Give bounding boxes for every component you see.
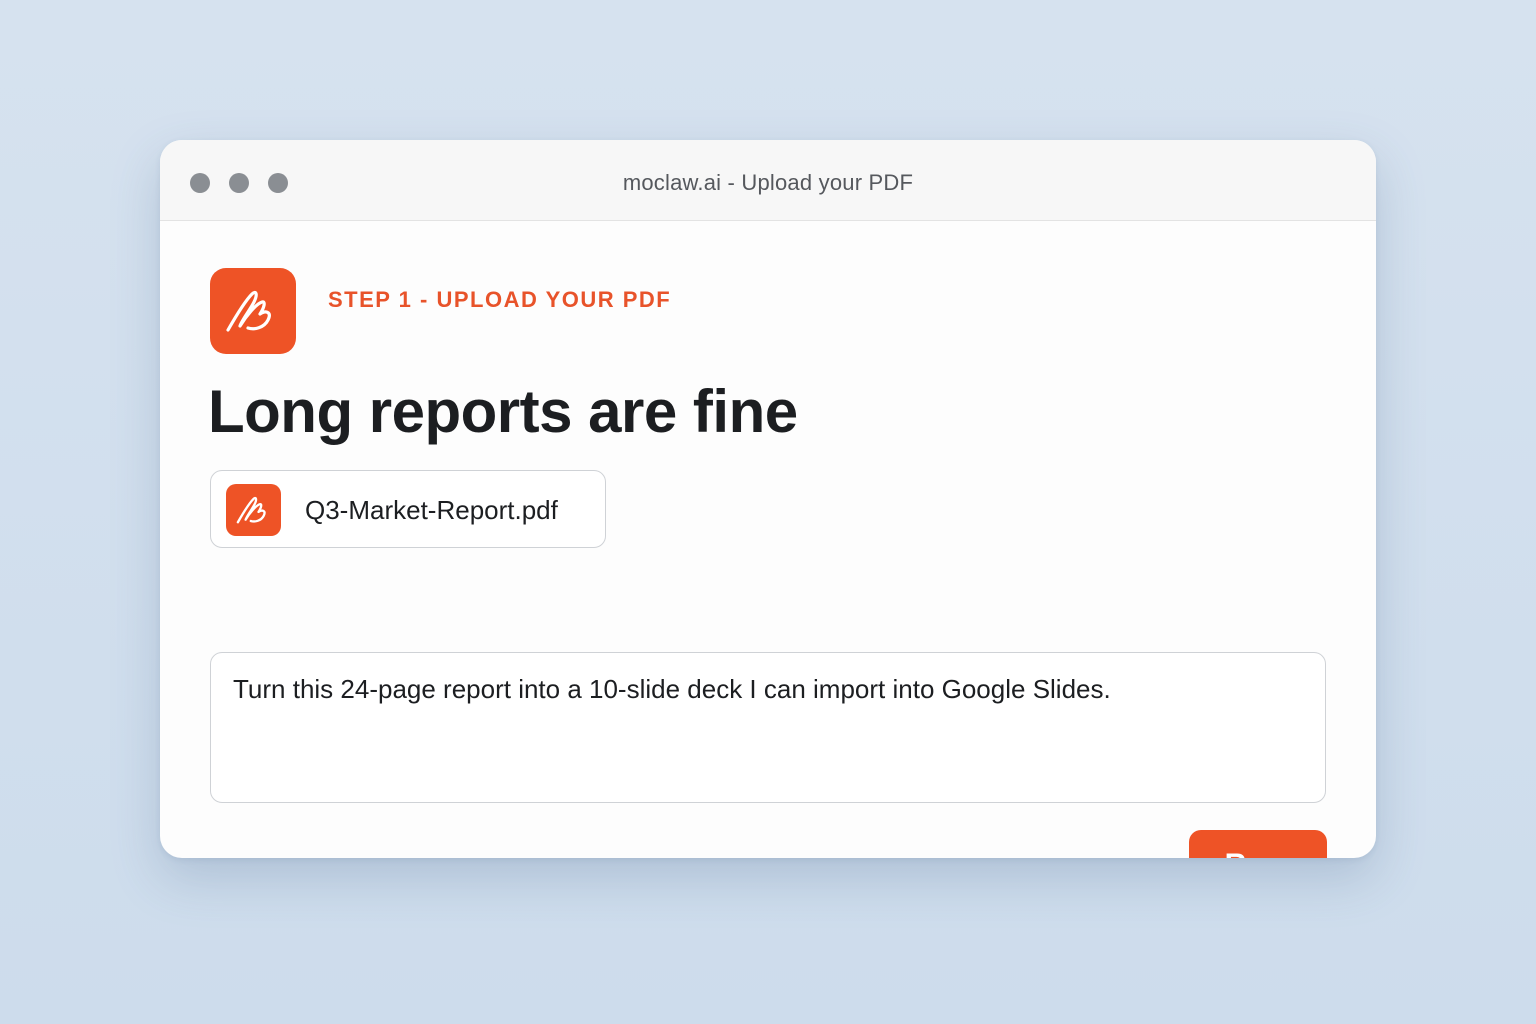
signature-scribble-icon	[226, 290, 271, 332]
window-title: moclaw.ai - Upload your PDF	[622, 170, 914, 195]
window-titlebar: moclaw.ai - Upload your PDF	[160, 140, 1376, 221]
step-label: STEP 1 - UPLOAD YOUR PDF	[328, 287, 672, 312]
upload-panel: STEP 1 - UPLOAD YOUR PDF Long reports ar…	[160, 221, 1376, 858]
signature-scribble-icon	[236, 496, 266, 524]
app-window: moclaw.ai - Upload your PDF STEP 1 - UPL…	[160, 140, 1376, 858]
page-headline: Long reports are fine	[208, 378, 798, 445]
attached-file-chip[interactable]: Q3-Market-Report.pdf	[210, 470, 606, 548]
app-logo	[210, 268, 296, 354]
prompt-textarea[interactable]: Turn this 24-page report into a 10-slide…	[210, 652, 1326, 803]
file-icon	[226, 484, 281, 536]
run-button[interactable]: Run.	[1189, 830, 1327, 858]
file-name: Q3-Market-Report.pdf	[305, 495, 558, 525]
